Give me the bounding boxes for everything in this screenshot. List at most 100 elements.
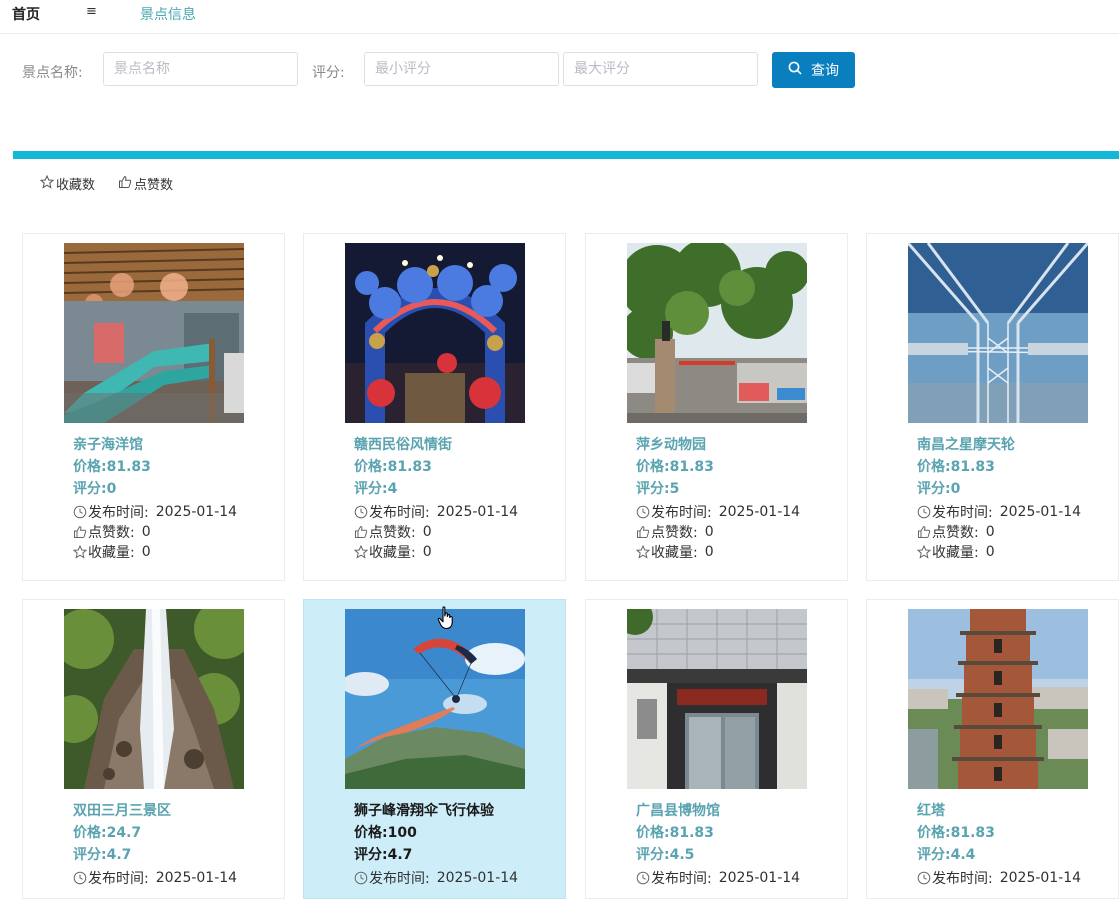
menu-toggle-icon[interactable]: ≡	[86, 4, 97, 19]
scenic-card[interactable]: 赣西民俗风情街 价格:81.83 评分:4 发布时间: 2025-01-14 点…	[303, 233, 566, 581]
search-button[interactable]: 查询	[772, 52, 855, 88]
card-price: 价格:81.83	[73, 459, 151, 475]
clock-icon	[73, 871, 87, 885]
card-published: 发布时间: 2025-01-14	[73, 868, 237, 888]
star-icon	[39, 174, 55, 193]
card-favorites: 收藏量: 0	[73, 542, 151, 562]
favorites-label: 收藏量:	[932, 545, 979, 561]
scenic-card[interactable]: 狮子峰滑翔伞飞行体验 价格:100 评分:4.7 发布时间: 2025-01-1…	[303, 599, 566, 899]
card-score: 评分:4	[354, 481, 398, 497]
published-date: 2025-01-14	[436, 870, 519, 886]
scenic-card[interactable]: 亲子海洋馆 价格:81.83 评分:0 发布时间: 2025-01-14 点赞数…	[22, 233, 285, 581]
sort-by-favorites[interactable]: 收藏数	[39, 174, 96, 193]
likes-count: 0	[985, 524, 995, 540]
card-title[interactable]: 广昌县博物馆	[636, 800, 720, 820]
card-title[interactable]: 南昌之星摩天轮	[917, 434, 1015, 454]
clock-icon	[73, 505, 87, 519]
star-icon	[354, 545, 368, 559]
published-date: 2025-01-14	[436, 504, 519, 520]
published-date: 2025-01-14	[718, 870, 801, 886]
clock-icon	[636, 871, 650, 885]
favorites-count: 0	[985, 544, 995, 560]
scenic-photo-museum	[627, 609, 807, 789]
scenic-card[interactable]: 广昌县博物馆 价格:81.83 评分:4.5 发布时间: 2025-01-14	[585, 599, 848, 899]
card-favorites: 收藏量: 0	[917, 542, 995, 562]
sort-by-likes[interactable]: 点赞数	[118, 174, 173, 193]
scenic-photo-zoo	[627, 243, 807, 423]
card-favorites: 收藏量: 0	[636, 542, 714, 562]
thumbs-up-icon	[354, 525, 368, 539]
card-price: 价格:81.83	[917, 825, 995, 841]
card-title[interactable]: 狮子峰滑翔伞飞行体验	[354, 800, 494, 820]
name-input[interactable]	[103, 52, 298, 86]
card-score: 评分:4.4	[917, 847, 976, 863]
favorites-count: 0	[704, 544, 714, 560]
accent-bar	[13, 151, 1119, 159]
card-published: 发布时间: 2025-01-14	[354, 868, 518, 888]
nav-divider	[0, 33, 1119, 34]
published-date: 2025-01-14	[999, 504, 1082, 520]
card-title[interactable]: 双田三月三景区	[73, 800, 171, 820]
clock-icon	[917, 871, 931, 885]
card-published: 发布时间: 2025-01-14	[354, 502, 518, 522]
scenic-photo-waterfall	[64, 609, 244, 789]
scenic-photo-ferris-wheel	[908, 243, 1088, 423]
published-label: 发布时间:	[88, 505, 149, 521]
card-score: 评分:0	[73, 481, 117, 497]
thumbs-up-icon	[118, 175, 132, 193]
card-title[interactable]: 亲子海洋馆	[73, 434, 143, 454]
card-likes: 点赞数: 0	[354, 522, 432, 542]
likes-count: 0	[422, 524, 432, 540]
card-price: 价格:81.83	[917, 459, 995, 475]
published-label: 发布时间:	[88, 871, 149, 887]
scenic-card[interactable]: 萍乡动物园 价格:81.83 评分:5 发布时间: 2025-01-14 点赞数…	[585, 233, 848, 581]
card-score: 评分:5	[636, 481, 680, 497]
scenic-card[interactable]: 双田三月三景区 价格:24.7 评分:4.7 发布时间: 2025-01-14	[22, 599, 285, 899]
sort-favorites-label: 收藏数	[56, 178, 96, 193]
card-published: 发布时间: 2025-01-14	[636, 502, 800, 522]
favorites-count: 0	[141, 544, 151, 560]
search-form: 景点名称: 评分: 查询	[0, 52, 1119, 88]
nav-home-link[interactable]: 首页	[12, 4, 40, 24]
published-label: 发布时间:	[369, 505, 430, 521]
clock-icon	[354, 505, 368, 519]
score-label: 评分:	[312, 65, 345, 81]
card-price: 价格:81.83	[354, 459, 432, 475]
min-score-input[interactable]	[364, 52, 559, 86]
likes-label: 点赞数:	[88, 525, 135, 541]
scenic-photo-folk-street	[345, 243, 525, 423]
likes-label: 点赞数:	[369, 525, 416, 541]
card-published: 发布时间: 2025-01-14	[917, 868, 1081, 888]
published-label: 发布时间:	[651, 505, 712, 521]
card-likes: 点赞数: 0	[73, 522, 151, 542]
published-date: 2025-01-14	[718, 504, 801, 520]
card-likes: 点赞数: 0	[917, 522, 995, 542]
clock-icon	[636, 505, 650, 519]
card-title[interactable]: 赣西民俗风情街	[354, 434, 452, 454]
name-label: 景点名称:	[22, 65, 83, 81]
card-score: 评分:0	[917, 481, 961, 497]
card-price: 价格:81.83	[636, 825, 714, 841]
card-published: 发布时间: 2025-01-14	[636, 868, 800, 888]
scenic-photo-ocean-hall	[64, 243, 244, 423]
search-button-label: 查询	[811, 63, 839, 79]
thumbs-up-icon	[73, 525, 87, 539]
card-score: 评分:4.5	[636, 847, 695, 863]
max-score-input[interactable]	[563, 52, 758, 86]
likes-label: 点赞数:	[932, 525, 979, 541]
hand-pointer-icon	[437, 606, 455, 634]
star-icon	[636, 545, 650, 559]
published-date: 2025-01-14	[999, 870, 1082, 886]
published-label: 发布时间:	[932, 871, 993, 887]
nav-breadcrumb-scenic-info[interactable]: 景点信息	[140, 4, 196, 24]
star-icon	[917, 545, 931, 559]
search-icon	[788, 61, 802, 79]
card-title[interactable]: 红塔	[917, 800, 945, 820]
published-date: 2025-01-14	[155, 870, 238, 886]
scenic-card[interactable]: 红塔 价格:81.83 评分:4.4 发布时间: 2025-01-14	[866, 599, 1119, 899]
scenic-card[interactable]: 南昌之星摩天轮 价格:81.83 评分:0 发布时间: 2025-01-14 点…	[866, 233, 1119, 581]
card-favorites: 收藏量: 0	[354, 542, 432, 562]
published-label: 发布时间:	[651, 871, 712, 887]
card-price: 价格:24.7	[73, 825, 142, 841]
card-title[interactable]: 萍乡动物园	[636, 434, 706, 454]
